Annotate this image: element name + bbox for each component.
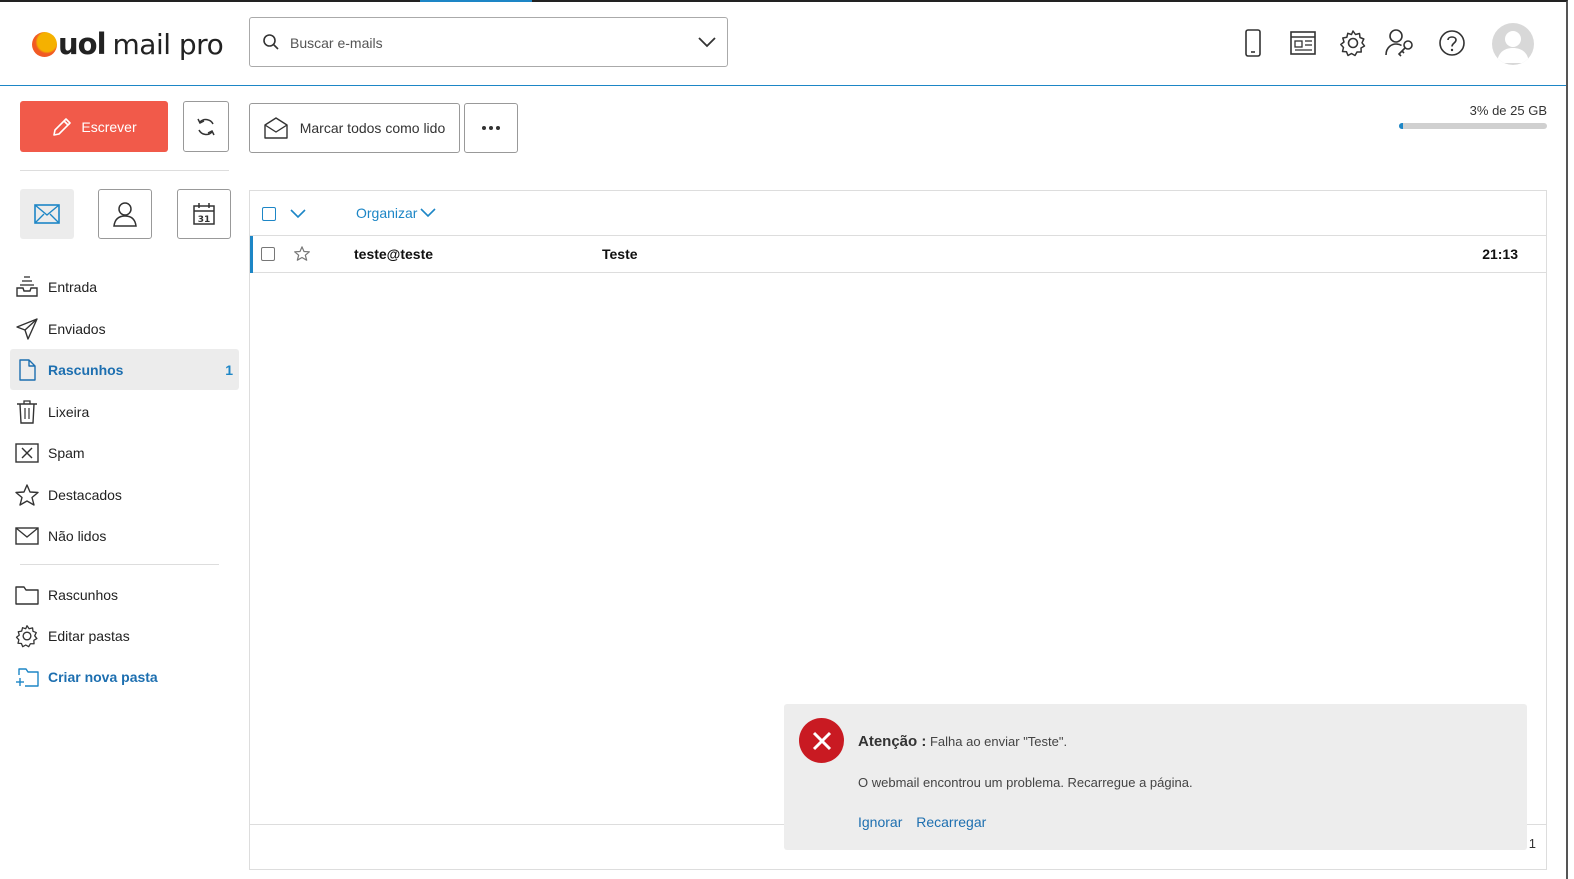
- email-list-header: Organizar: [250, 191, 1546, 236]
- user-silhouette-icon: [1497, 31, 1529, 63]
- sidebar-item-label: Spam: [48, 444, 85, 461]
- logo-mail-pro: mail pro: [112, 27, 224, 61]
- gear-icon: [11, 624, 43, 648]
- search-box: [249, 17, 728, 67]
- app-contacts-button[interactable]: [98, 189, 152, 239]
- organize-label: Organizar: [356, 205, 418, 221]
- error-message-line: Atenção : Falha ao enviar "Teste".: [858, 733, 1067, 750]
- sidebar-item-destacados[interactable]: Destacados: [10, 474, 239, 515]
- page-number[interactable]: 1: [1529, 836, 1536, 851]
- top-header: uol mail pro: [0, 2, 1566, 86]
- selected-row-indicator: [250, 236, 253, 273]
- compose-button[interactable]: Escrever: [20, 101, 168, 152]
- ignore-link[interactable]: Ignorar: [858, 814, 902, 830]
- send-icon: [11, 317, 43, 340]
- error-message: Falha ao enviar "Teste".: [929, 734, 1068, 749]
- error-icon: [799, 718, 844, 763]
- mobile-icon[interactable]: [1237, 26, 1269, 60]
- error-actions: Ignorar Recarregar: [858, 814, 996, 830]
- newspaper-icon[interactable]: [1287, 26, 1319, 60]
- mail-app-icon: [34, 204, 60, 224]
- sidebar-item-label: Destacados: [48, 486, 122, 503]
- email-sender: teste@teste: [354, 246, 434, 262]
- star-icon[interactable]: [294, 246, 310, 261]
- sidebar-item-label: Editar pastas: [48, 627, 130, 644]
- contacts-icon: [113, 202, 137, 227]
- email-time: 21:13: [1482, 246, 1518, 262]
- sidebar-item-rascunhos[interactable]: Rascunhos 1: [10, 349, 239, 390]
- inbox-icon: [11, 275, 43, 298]
- app-mail-button[interactable]: [20, 189, 74, 239]
- mark-all-read-label: Marcar todos como lido: [299, 120, 446, 136]
- pencil-icon: [53, 117, 72, 136]
- storage-usage-fill: [1399, 123, 1404, 129]
- compose-label: Escrever: [81, 118, 137, 135]
- row-checkbox[interactable]: [261, 247, 275, 261]
- storage-usage-bar: [1399, 123, 1547, 129]
- create-folder-link[interactable]: Criar nova pasta: [10, 656, 239, 697]
- more-options-button[interactable]: [464, 103, 518, 153]
- chevron-down-icon: [420, 208, 437, 218]
- storage-usage-text: 3% de 25 GB: [1469, 103, 1547, 118]
- sidebar-item-nao-lidos[interactable]: Não lidos: [10, 515, 239, 556]
- table-row[interactable]: teste@teste Teste 21:13: [250, 236, 1546, 273]
- sidebar-item-enviados[interactable]: Enviados: [10, 308, 239, 349]
- avatar[interactable]: [1492, 23, 1534, 65]
- ellipsis-icon: [482, 126, 500, 130]
- error-notification: Atenção : Falha ao enviar "Teste". O web…: [784, 704, 1527, 850]
- search-options-chevron-icon[interactable]: [697, 33, 717, 51]
- gear-icon[interactable]: [1337, 26, 1369, 60]
- reload-link[interactable]: Recarregar: [916, 814, 986, 830]
- select-all-checkbox[interactable]: [262, 207, 276, 221]
- sidebar-item-label: Rascunhos: [48, 586, 119, 603]
- email-subject: Teste: [602, 246, 638, 262]
- sidebar-item-label: Criar nova pasta: [48, 668, 158, 685]
- logo-uol: uol: [58, 27, 107, 61]
- sidebar-item-label: Não lidos: [48, 527, 107, 544]
- sidebar-item-editar-pastas[interactable]: Editar pastas: [10, 615, 239, 656]
- refresh-icon: [197, 118, 215, 135]
- error-detail: O webmail encontrou um problema. Recarre…: [858, 775, 1193, 790]
- admin-key-icon[interactable]: [1384, 26, 1416, 60]
- help-icon[interactable]: [1436, 26, 1468, 60]
- sidebar-item-folder-rascunhos[interactable]: Rascunhos: [10, 574, 239, 615]
- folder-add-icon: [11, 667, 43, 687]
- logo-mark: [32, 31, 57, 57]
- trash-icon: [11, 399, 43, 424]
- app-calendar-button[interactable]: 31: [177, 189, 231, 239]
- sidebar-item-lixeira[interactable]: Lixeira: [10, 391, 239, 432]
- sidebar-item-label: Entrada: [48, 278, 98, 295]
- envelope-icon: [11, 526, 43, 545]
- unread-count-badge: 1: [225, 361, 233, 378]
- folder-icon: [11, 585, 43, 605]
- svg-text:31: 31: [198, 215, 211, 225]
- error-title: Atenção :: [858, 733, 927, 750]
- sidebar-item-label: Lixeira: [48, 403, 90, 420]
- sidebar-item-entrada[interactable]: Entrada: [10, 266, 239, 307]
- open-envelope-icon: [264, 117, 288, 139]
- star-icon: [11, 483, 43, 506]
- refresh-button[interactable]: [183, 101, 229, 152]
- mark-all-read-button[interactable]: Marcar todos como lido: [249, 103, 460, 153]
- select-options-chevron-icon[interactable]: [290, 209, 306, 219]
- divider: [20, 564, 219, 565]
- sidebar-item-spam[interactable]: Spam: [10, 432, 239, 473]
- search-icon: [263, 34, 279, 50]
- calendar-icon: 31: [193, 203, 215, 225]
- divider: [20, 170, 229, 171]
- draft-icon: [11, 358, 43, 381]
- sidebar-item-label: Enviados: [48, 320, 106, 337]
- search-input[interactable]: [290, 31, 670, 55]
- brand-logo[interactable]: uol mail pro: [32, 26, 224, 62]
- organize-dropdown[interactable]: Organizar: [356, 205, 437, 221]
- spam-icon: [11, 442, 43, 463]
- sidebar-item-label: Rascunhos: [48, 361, 124, 378]
